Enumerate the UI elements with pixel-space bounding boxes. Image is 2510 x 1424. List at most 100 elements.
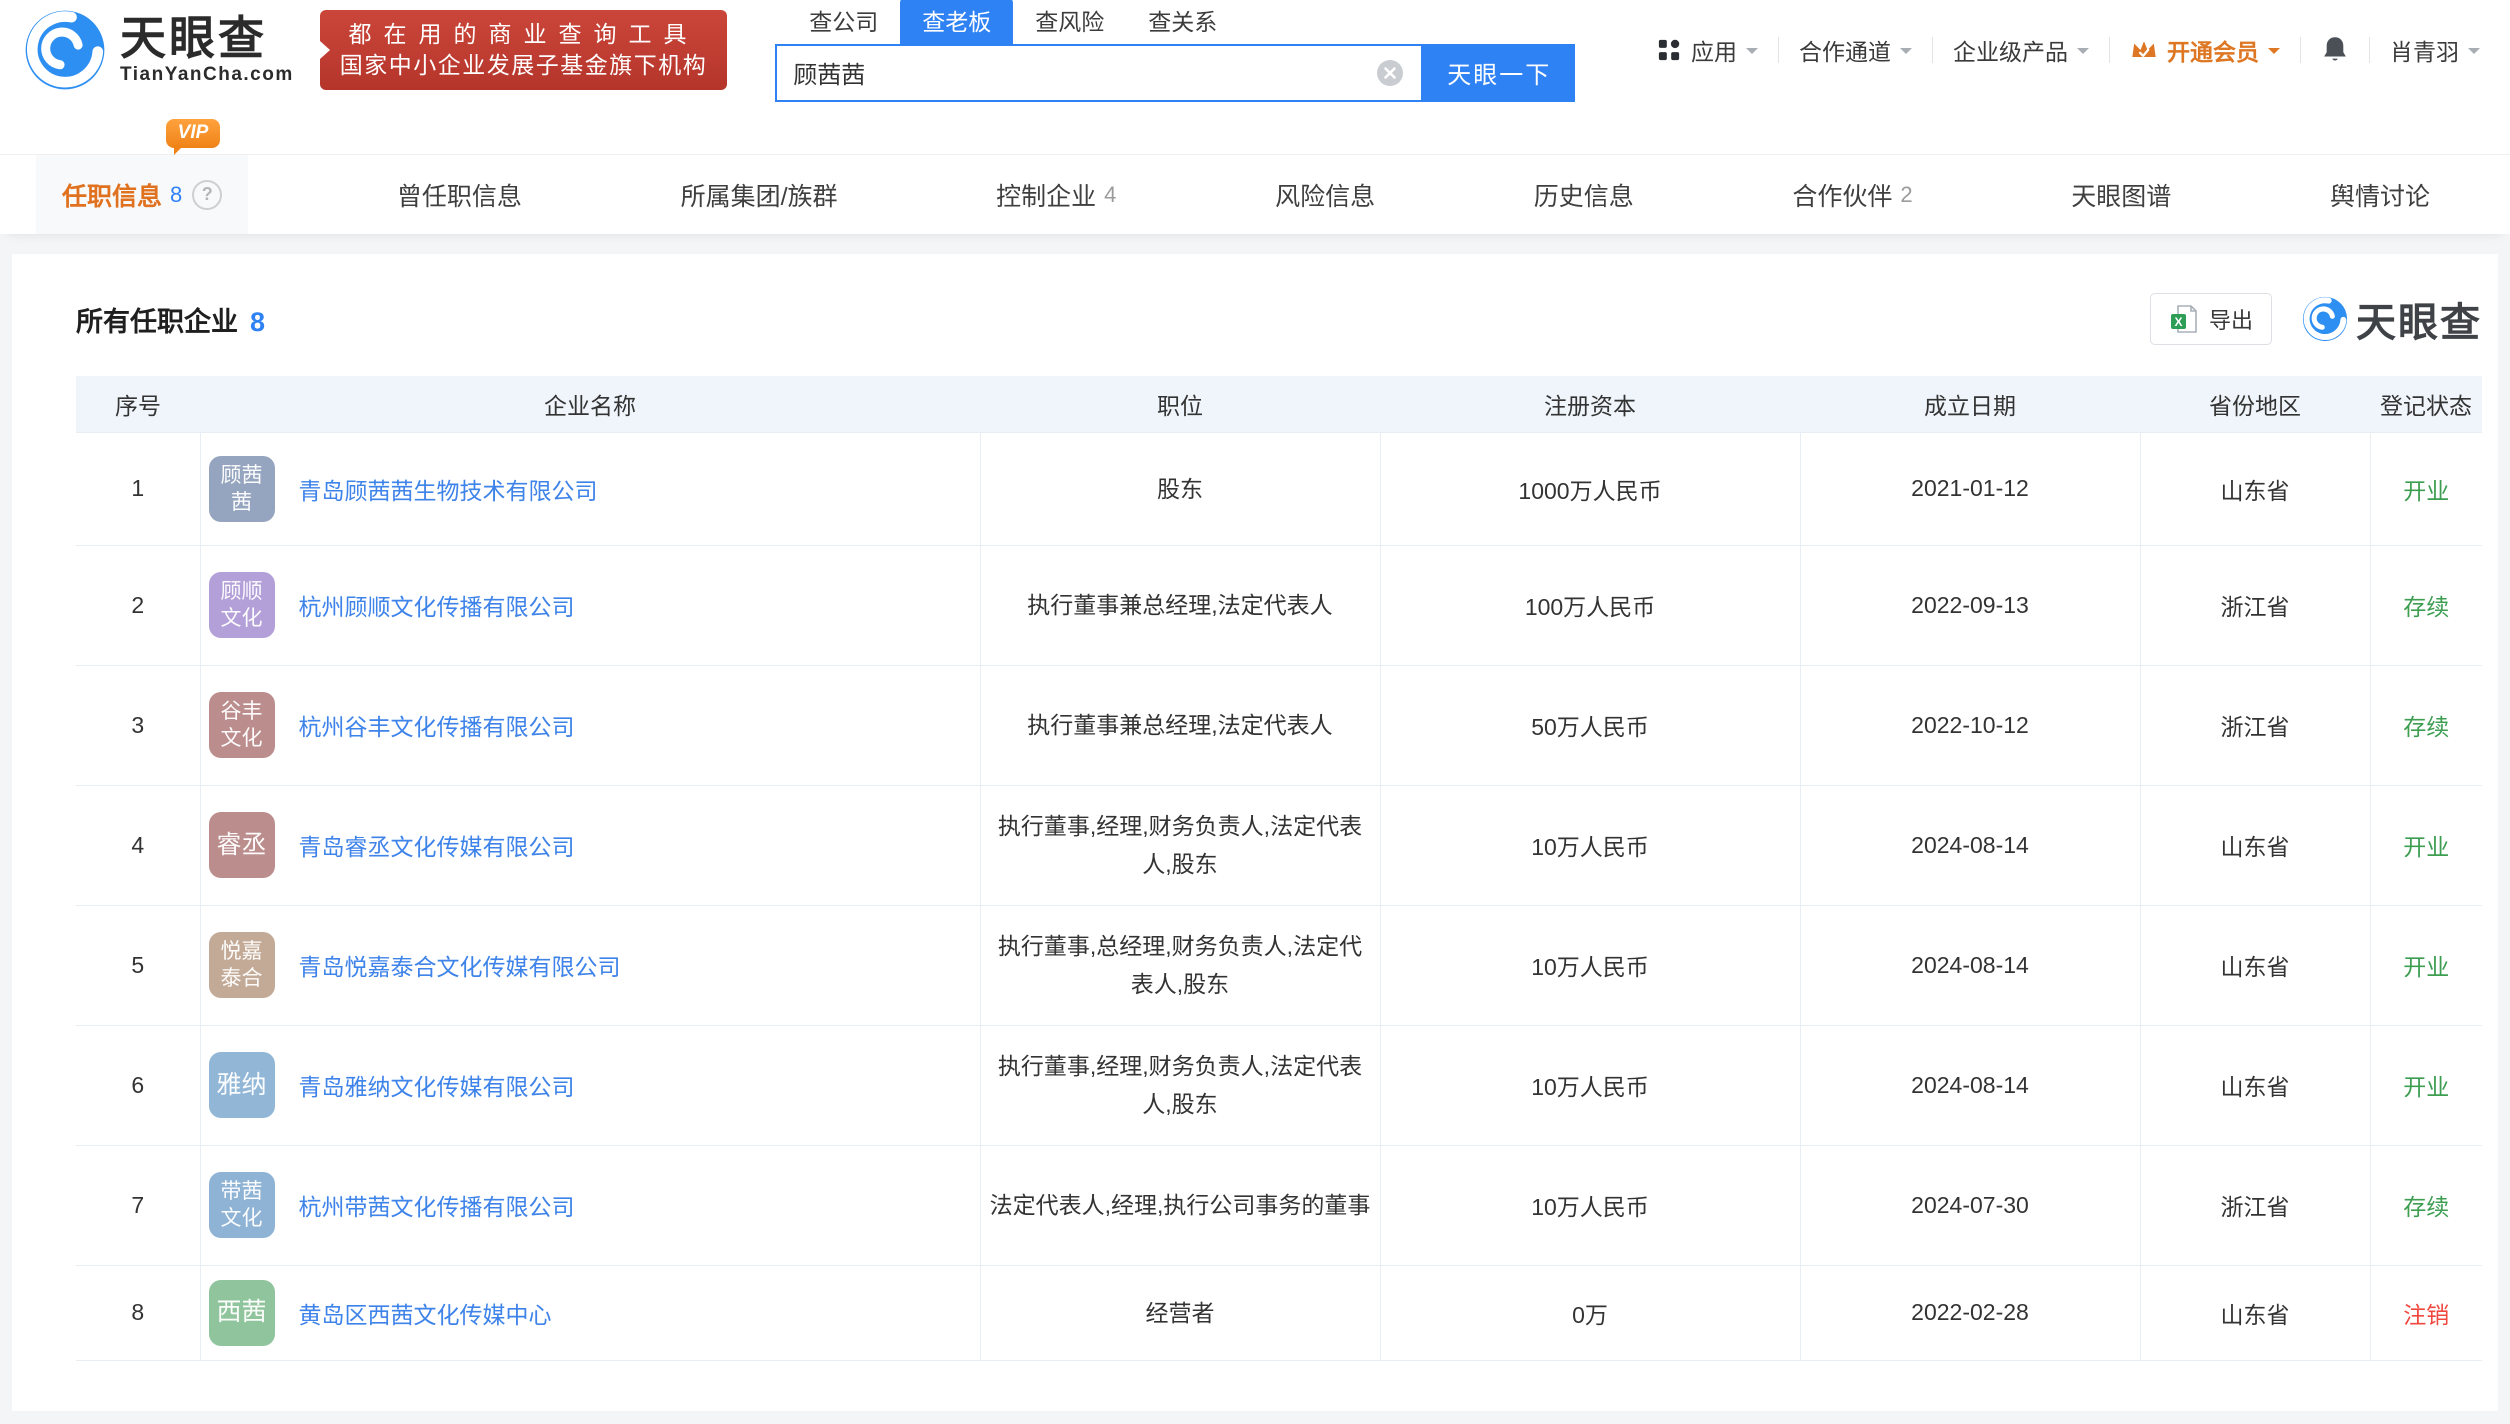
employment-table: 序号 企业名称 职位 注册资本 成立日期 省份地区 登记状态 1 顾茜茜 青岛顾…	[76, 376, 2482, 1361]
export-button[interactable]: X 导出	[2150, 293, 2272, 345]
row-index: 6	[76, 1025, 200, 1145]
province-cell: 浙江省	[2140, 545, 2370, 665]
province-cell: 浙江省	[2140, 1145, 2370, 1265]
date-cell: 2024-08-14	[1800, 1025, 2140, 1145]
company-cell: 悦嘉泰合 青岛悦嘉泰合文化传媒有限公司	[200, 905, 980, 1025]
date-cell: 2024-08-14	[1800, 905, 2140, 1025]
status-cell: 开业	[2370, 785, 2482, 905]
row-index: 2	[76, 545, 200, 665]
nav-tab-controlled-companies[interactable]: 控制企业 4	[986, 155, 1126, 234]
row-index: 7	[76, 1145, 200, 1265]
menu-cooperation-channel[interactable]: 合作通道	[1799, 33, 1912, 67]
province-cell: 山东省	[2140, 785, 2370, 905]
status-cell: 存续	[2370, 1145, 2482, 1265]
search-tabs: 查公司 查老板 查风险 查关系	[775, 0, 1575, 44]
company-link[interactable]: 青岛睿丞文化传媒有限公司	[299, 828, 575, 862]
company-link[interactable]: 青岛雅纳文化传媒有限公司	[299, 1068, 575, 1102]
menu-enterprise-products[interactable]: 企业级产品	[1953, 33, 2089, 67]
company-link[interactable]: 青岛悦嘉泰合文化传媒有限公司	[299, 948, 621, 982]
capital-cell: 0万	[1380, 1265, 1800, 1360]
company-link[interactable]: 青岛顾茜茜生物技术有限公司	[299, 472, 598, 506]
chevron-down-icon	[2077, 48, 2089, 60]
user-menu[interactable]: 肖青羽	[2390, 33, 2480, 67]
section-title: 所有任职企业8	[76, 300, 265, 339]
date-cell: 2022-10-12	[1800, 665, 2140, 785]
menu-cooperation-label: 合作通道	[1799, 33, 1891, 67]
clear-search-icon[interactable]	[1375, 58, 1405, 88]
position-cell: 法定代表人,经理,执行公司事务的董事	[980, 1145, 1380, 1265]
search-tab-relation[interactable]: 查关系	[1126, 0, 1239, 44]
province-cell: 山东省	[2140, 905, 2370, 1025]
search-box: 天眼一下	[775, 44, 1575, 102]
position-cell: 执行董事,总经理,财务负责人,法定代表人,股东	[980, 905, 1380, 1025]
menu-apps[interactable]: 应用	[1656, 33, 1758, 67]
capital-cell: 10万人民币	[1380, 1145, 1800, 1265]
nav-tab-label: 历史信息	[1534, 177, 1634, 213]
position-cell: 执行董事,经理,财务负责人,法定代表人,股东	[980, 1025, 1380, 1145]
date-cell: 2022-02-28	[1800, 1265, 2140, 1360]
date-cell: 2021-01-12	[1800, 432, 2140, 545]
nav-tab-public-opinion[interactable]: 舆情讨论	[2320, 155, 2440, 234]
divider	[2300, 37, 2301, 63]
date-cell: 2022-09-13	[1800, 545, 2140, 665]
tianyancha-logo-icon	[24, 9, 106, 91]
chevron-down-icon	[2468, 48, 2480, 60]
search-input[interactable]	[793, 59, 1375, 87]
search-button[interactable]: 天眼一下	[1423, 44, 1575, 102]
row-index: 1	[76, 432, 200, 545]
company-link[interactable]: 杭州谷丰文化传播有限公司	[299, 708, 575, 742]
table-header-row: 序号 企业名称 职位 注册资本 成立日期 省份地区 登记状态	[76, 376, 2482, 432]
search-tab-boss[interactable]: 查老板	[900, 0, 1013, 44]
row-index: 8	[76, 1265, 200, 1360]
table-row: 2 顾顺文化 杭州顾顺文化传播有限公司 执行董事兼总经理,法定代表人 100万人…	[76, 545, 2482, 665]
nav-tab-count: 8	[170, 182, 182, 208]
chevron-down-icon	[1746, 48, 1758, 60]
col-header-province: 省份地区	[2140, 376, 2370, 432]
menu-membership-label: 开通会员	[2167, 33, 2259, 67]
province-cell: 山东省	[2140, 1025, 2370, 1145]
nav-tab-employment[interactable]: VIP 任职信息 8	[36, 155, 248, 234]
province-cell: 山东省	[2140, 1265, 2370, 1360]
province-cell: 山东省	[2140, 432, 2370, 545]
nav-tab-label: 曾任职信息	[397, 177, 522, 213]
apps-grid-icon	[1656, 37, 1682, 63]
company-link[interactable]: 杭州顾顺文化传播有限公司	[299, 588, 575, 622]
section-header: 所有任职企业8 X 导出 天眼查	[76, 290, 2482, 348]
nav-tab-history[interactable]: 历史信息	[1524, 155, 1644, 234]
company-cell: 谷丰文化 杭州谷丰文化传播有限公司	[200, 665, 980, 785]
employment-card: 所有任职企业8 X 导出 天眼查 序号	[12, 254, 2498, 1411]
nav-tab-partners[interactable]: 合作伙伴 2	[1782, 155, 1922, 234]
capital-cell: 10万人民币	[1380, 785, 1800, 905]
help-icon[interactable]	[192, 180, 222, 210]
col-header-company: 企业名称	[200, 376, 980, 432]
notification-bell-icon[interactable]	[2321, 35, 2349, 65]
nav-tab-label: 所属集团/族群	[681, 177, 838, 213]
table-row: 5 悦嘉泰合 青岛悦嘉泰合文化传媒有限公司 执行董事,总经理,财务负责人,法定代…	[76, 905, 2482, 1025]
search-tab-risk[interactable]: 查风险	[1013, 0, 1126, 44]
date-cell: 2024-07-30	[1800, 1145, 2140, 1265]
company-table-body: 1 顾茜茜 青岛顾茜茜生物技术有限公司 股东 1000万人民币 2021-01-…	[76, 432, 2482, 1360]
company-link[interactable]: 杭州带茜文化传播有限公司	[299, 1188, 575, 1222]
capital-cell: 100万人民币	[1380, 545, 1800, 665]
section-count: 8	[250, 307, 265, 337]
watermark-brand-text: 天眼查	[2356, 290, 2482, 348]
company-cell: 顾顺文化 杭州顾顺文化传播有限公司	[200, 545, 980, 665]
company-avatar: 悦嘉泰合	[209, 932, 275, 998]
company-cell: 顾茜茜 青岛顾茜茜生物技术有限公司	[200, 432, 980, 545]
tianyancha-watermark-icon	[2302, 296, 2348, 342]
nav-tab-group[interactable]: 所属集团/族群	[671, 155, 848, 234]
tianyancha-logo[interactable]: 天眼查 TianYanCha.com	[24, 9, 294, 91]
header-right-menu: 应用 合作通道 企业级产品 开通会员	[1656, 33, 2480, 67]
nav-tab-past-employment[interactable]: 曾任职信息	[387, 155, 532, 234]
company-avatar: 顾顺文化	[209, 572, 275, 638]
chevron-down-icon	[2268, 48, 2280, 60]
nav-tab-risk[interactable]: 风险信息	[1265, 155, 1385, 234]
table-row: 8 西茜 黄岛区西茜文化传媒中心 经营者 0万 2022-02-28 山东省 注…	[76, 1265, 2482, 1360]
company-link[interactable]: 黄岛区西茜文化传媒中心	[299, 1296, 552, 1330]
nav-tab-graph[interactable]: 天眼图谱	[2061, 155, 2181, 234]
user-name: 肖青羽	[2390, 33, 2459, 67]
menu-membership[interactable]: 开通会员	[2130, 33, 2280, 67]
logo-brand-text: 天眼查	[120, 14, 294, 64]
svg-text:X: X	[2174, 315, 2182, 329]
search-tab-company[interactable]: 查公司	[787, 0, 900, 44]
